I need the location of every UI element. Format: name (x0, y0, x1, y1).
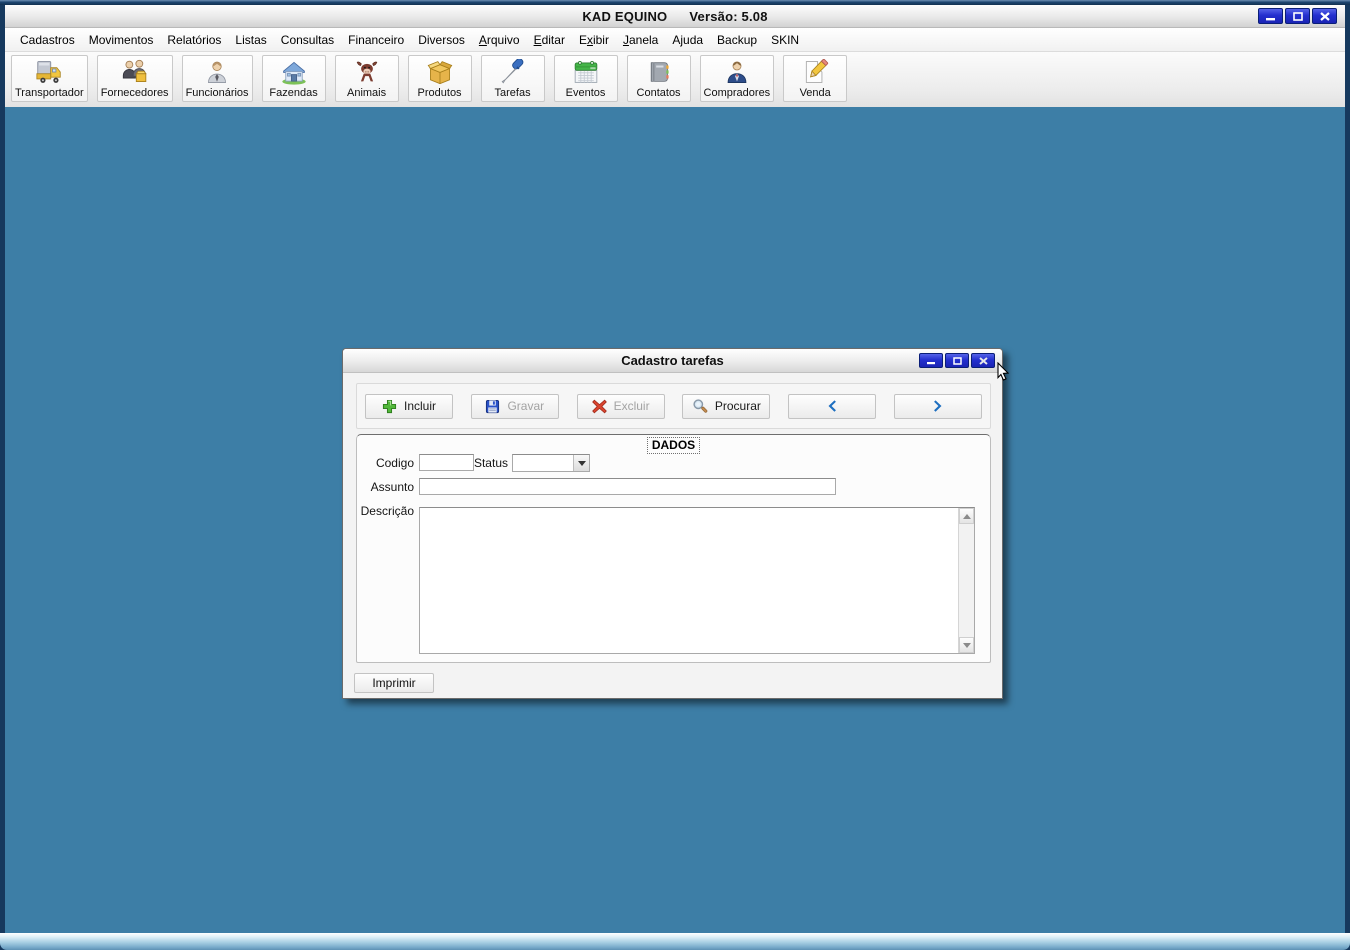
assunto-label: Assunto (370, 480, 414, 494)
dropdown-arrow-icon[interactable] (573, 455, 589, 471)
toolbar-eventos-button[interactable]: Eventos (553, 55, 618, 102)
toolbar-button-label: Fazendas (269, 87, 318, 99)
buyer-icon (724, 57, 750, 87)
mdi-client-area: Cadastro tarefas Incluir Gravar Excluir Pro… (5, 107, 1345, 933)
codigo-label: Codigo (375, 456, 414, 470)
dados-groupbox: DADOS Codigo Status Assunto Descrição (356, 434, 991, 663)
dialog-title: Cadastro tarefas (621, 353, 724, 368)
toolbar-button-label: Venda (799, 87, 831, 99)
cadastro-tarefas-window: Cadastro tarefas Incluir Gravar Excluir Pro… (342, 348, 1003, 699)
save-icon (485, 399, 500, 414)
dados-tab-label[interactable]: DADOS (646, 437, 701, 454)
arrow-right-icon (931, 399, 945, 413)
dialog-button-label: Gravar (507, 399, 545, 413)
incluir-button[interactable]: Incluir (365, 393, 453, 419)
memo-scrollbar[interactable] (958, 508, 974, 653)
toolbar-button-label: Funcionários (185, 87, 249, 99)
window-title-bar: KAD EQUINO Versão: 5.08 (5, 5, 1345, 28)
screwdriver-icon (499, 57, 527, 87)
next-button[interactable] (893, 393, 982, 419)
toolbar-fazendas-button[interactable]: Fazendas (261, 55, 326, 102)
main-toolbar: Transportador Fornecedores Funcionários Faz… (5, 52, 1345, 107)
status-label: Status (473, 456, 508, 470)
suppliers-icon (121, 57, 149, 87)
toolbar-button-label: Compradores (703, 87, 771, 99)
toolbar-funcionarios-button[interactable]: Funcionários (181, 55, 253, 102)
truck-icon (35, 57, 63, 87)
menu-skin[interactable]: SKIN (764, 30, 806, 50)
cow-icon (354, 57, 380, 87)
employee-icon (204, 57, 230, 87)
menu-exibir[interactable]: Exibir (572, 30, 616, 50)
menu-arquivo[interactable]: Arquivo (472, 30, 527, 50)
farm-house-icon (280, 57, 308, 87)
toolbar-button-label: Eventos (565, 87, 606, 99)
toolbar-button-label: Transportador (15, 87, 84, 99)
menu-consultas[interactable]: Consultas (274, 30, 341, 50)
plus-icon (382, 399, 397, 414)
dialog-button-label: Procurar (714, 399, 761, 413)
dialog-button-label: Incluir (403, 399, 436, 413)
menu-ajuda[interactable]: Ajuda (665, 30, 710, 50)
search-icon (692, 398, 708, 414)
arrow-left-icon (825, 399, 839, 413)
address-book-icon (646, 57, 672, 87)
calendar-icon (572, 57, 600, 87)
toolbar-transportador-button[interactable]: Transportador (11, 55, 88, 102)
toolbar-button-label: Animais (346, 87, 387, 99)
toolbar-button-label: Contatos (636, 87, 681, 99)
toolbar-fornecedores-button[interactable]: Fornecedores (96, 55, 173, 102)
dialog-button-label: Excluir (613, 399, 650, 413)
maximize-button[interactable] (1285, 8, 1310, 24)
procurar-button[interactable]: Procurar (682, 393, 771, 419)
menu-listas[interactable]: Listas (228, 30, 273, 50)
dialog-close-button[interactable] (971, 353, 995, 368)
menu-backup[interactable]: Backup (710, 30, 764, 50)
dialog-window-controls (919, 353, 995, 368)
excluir-button[interactable]: Excluir (576, 393, 665, 419)
toolbar-animais-button[interactable]: Animais (334, 55, 399, 102)
status-value (513, 455, 573, 471)
toolbar-venda-button[interactable]: Venda (783, 55, 848, 102)
pencil-icon (801, 57, 829, 87)
status-dropdown[interactable] (512, 454, 590, 472)
menu-janela[interactable]: Janela (616, 30, 665, 50)
app-version: Versão: 5.08 (689, 8, 768, 24)
toolbar-compradores-button[interactable]: Compradores (699, 55, 775, 102)
app-title: KAD EQUINO (582, 8, 668, 24)
dialog-minimize-button[interactable] (919, 353, 943, 368)
scroll-up-icon[interactable] (959, 508, 974, 524)
delete-icon (591, 399, 607, 414)
descricao-memo (419, 507, 975, 654)
toolbar-button-label: Fornecedores (100, 87, 169, 99)
descricao-textarea[interactable] (420, 508, 958, 653)
toolbar-produtos-button[interactable]: Produtos (407, 55, 472, 102)
menu-diversos[interactable]: Diversos (411, 30, 472, 50)
menu-movimentos[interactable]: Movimentos (82, 30, 161, 50)
menu-editar[interactable]: Editar (527, 30, 572, 50)
menu-cadastros[interactable]: Cadastros (13, 30, 82, 50)
menu-bar: Cadastros Movimentos Relatórios Listas Consu… (5, 28, 1345, 52)
previous-button[interactable] (788, 393, 877, 419)
dialog-toolbar: Incluir Gravar Excluir Procurar (356, 383, 991, 429)
minimize-button[interactable] (1258, 8, 1283, 24)
menu-financeiro[interactable]: Financeiro (341, 30, 411, 50)
scroll-down-icon[interactable] (959, 637, 974, 653)
window-frame-bottom (0, 933, 1350, 950)
descricao-label: Descrição (360, 504, 414, 518)
dialog-maximize-button[interactable] (945, 353, 969, 368)
close-button[interactable] (1312, 8, 1337, 24)
toolbar-button-label: Produtos (417, 87, 462, 99)
toolbar-contatos-button[interactable]: Contatos (626, 55, 691, 102)
mouse-cursor (995, 361, 1013, 387)
assunto-input[interactable] (419, 478, 836, 495)
dialog-title-bar[interactable]: Cadastro tarefas (343, 349, 1002, 373)
toolbar-tarefas-button[interactable]: Tarefas (480, 55, 545, 102)
toolbar-button-label: Tarefas (494, 87, 531, 99)
gravar-button[interactable]: Gravar (470, 393, 559, 419)
box-icon (426, 57, 454, 87)
imprimir-button[interactable]: Imprimir (354, 673, 434, 693)
window-controls (1258, 8, 1337, 24)
menu-relatorios[interactable]: Relatórios (160, 30, 228, 50)
